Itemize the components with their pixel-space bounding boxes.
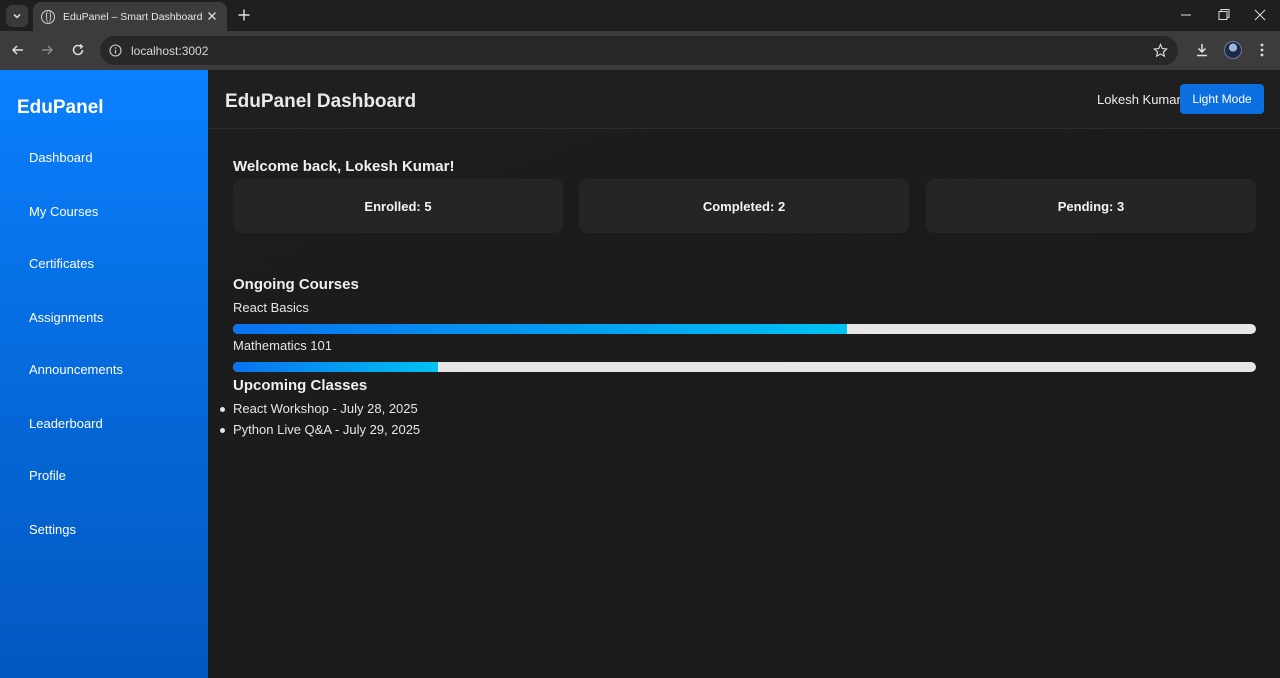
globe-icon [41,9,55,24]
browser-toolbar: localhost:3002 [0,31,1280,70]
download-icon[interactable] [1194,42,1210,58]
sidebar-item-leaderboard[interactable]: Leaderboard [29,414,199,434]
upcoming-classes-title: Upcoming Classes [233,377,368,394]
url-text: localhost:3002 [131,44,209,58]
more-options-icon[interactable] [1254,42,1270,58]
chevron-down-icon [13,13,21,19]
minimize-icon[interactable] [1176,6,1196,24]
list-bullet [220,428,225,433]
sidebar-item-dashboard[interactable]: Dashboard [29,148,199,168]
sidebar-item-announcements[interactable]: Announcements [29,360,199,380]
browser-tab-bar: EduPanel – Smart Dashboard [0,0,1280,31]
course-progress-bar [233,362,1256,372]
course-name: React Basics [233,300,309,315]
browser-tab[interactable]: EduPanel – Smart Dashboard [33,2,227,31]
sidebar-item-my-courses[interactable]: My Courses [29,202,199,222]
progress-fill [233,362,438,372]
restore-icon[interactable] [1213,6,1233,24]
profile-avatar[interactable] [1224,41,1242,59]
info-icon[interactable] [109,44,122,57]
bookmark-star-icon[interactable] [1153,43,1168,58]
tab-title: EduPanel – Smart Dashboard [63,10,203,23]
light-mode-button[interactable]: Light Mode [1180,84,1264,114]
list-item: Python Live Q&A - July 29, 2025 [233,422,421,437]
sidebar-item-settings[interactable]: Settings [29,520,199,540]
sidebar: EduPanel Dashboard My Courses Certificat… [0,70,208,678]
user-name: Lokesh Kumar [1097,92,1181,107]
stat-label: Completed: 2 [702,198,786,214]
stat-label: Pending: 3 [1057,198,1125,214]
stat-card-enrolled: Enrolled: 5 [233,179,563,233]
forward-arrow-icon[interactable] [39,42,55,58]
tab-search-button[interactable] [6,5,28,27]
ongoing-courses-title: Ongoing Courses [233,276,359,293]
stat-card-pending: Pending: 3 [926,179,1256,233]
brand-logo: EduPanel [17,97,104,118]
reload-icon[interactable] [70,42,86,58]
course-name: Mathematics 101 [233,338,332,353]
page-title: EduPanel Dashboard [225,91,417,112]
list-bullet [220,407,225,412]
stat-card-completed: Completed: 2 [579,179,909,233]
list-item: React Workshop - July 28, 2025 [233,401,418,416]
new-tab-icon[interactable] [235,6,253,24]
page-header: EduPanel Dashboard Lokesh Kumar Light Mo… [208,70,1280,129]
close-icon[interactable] [205,9,219,23]
stat-label: Enrolled: 5 [364,198,432,214]
close-window-icon[interactable] [1250,6,1270,24]
progress-fill [233,324,847,334]
sidebar-item-certificates[interactable]: Certificates [29,254,199,274]
main-content: EduPanel Dashboard Lokesh Kumar Light Mo… [208,70,1280,678]
sidebar-item-profile[interactable]: Profile [29,466,199,486]
sidebar-item-assignments[interactable]: Assignments [29,308,199,328]
welcome-message: Welcome back, Lokesh Kumar! [233,158,455,175]
back-arrow-icon[interactable] [10,42,26,58]
address-bar[interactable]: localhost:3002 [100,36,1178,65]
course-progress-bar [233,324,1256,334]
